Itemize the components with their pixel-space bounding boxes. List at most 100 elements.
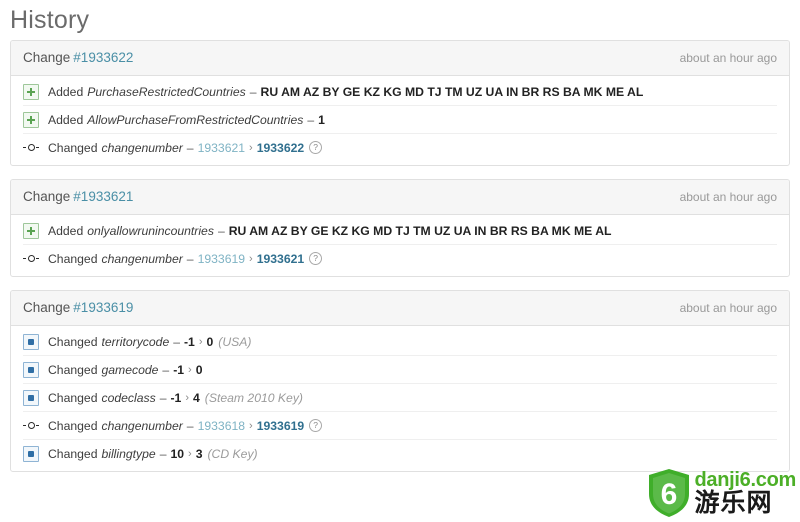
change-field-name: territorycode — [101, 334, 170, 349]
change-row: Changed changenumber –1933618 › 1933619? — [23, 412, 777, 440]
help-icon[interactable]: ? — [309, 141, 323, 154]
plus-box-icon — [23, 222, 39, 239]
blue-dot-box-icon — [23, 445, 39, 462]
value-annotation: (USA) — [218, 334, 252, 349]
change-row: Changed changenumber –1933621 › 1933622? — [23, 134, 777, 161]
new-value-link[interactable]: 1933619 — [257, 419, 304, 433]
separator-dash: – — [159, 390, 167, 405]
change-row: Changed changenumber –1933619 › 1933621? — [23, 245, 777, 272]
change-card-body: Added onlyallowrunincountries – RU AM AZ BY… — [11, 215, 789, 276]
new-value-link[interactable]: 1933622 — [257, 141, 304, 155]
change-timestamp: about an hour ago — [679, 190, 777, 204]
change-verb: Added — [48, 223, 84, 238]
change-field-name: changenumber — [101, 140, 183, 155]
value-arrow: › — [249, 419, 253, 432]
change-field-name: changenumber — [101, 418, 183, 433]
separator-dash: – — [186, 251, 194, 266]
change-timestamp: about an hour ago — [679, 51, 777, 65]
page-title: History — [10, 6, 90, 34]
change-verb: Changed — [48, 140, 98, 155]
change-card-header: Change #1933619 about an hour ago — [11, 291, 789, 326]
old-value: 10 — [170, 446, 185, 461]
separator-dash: – — [159, 446, 167, 461]
change-verb: Changed — [48, 251, 98, 266]
change-field-name: changenumber — [101, 251, 183, 266]
separator-dash: – — [186, 418, 194, 433]
change-card: Change #1933619 about an hour ago Changed te… — [10, 290, 790, 472]
change-verb: Changed — [48, 334, 98, 349]
watermark: 6 danji6.com 游乐网 — [647, 468, 796, 518]
value-arrow: › — [198, 335, 203, 348]
watermark-domain: danji6.com — [694, 469, 797, 491]
change-verb: Added — [48, 112, 84, 127]
added-value: RU AM AZ BY GE KZ KG MD TJ TM UZ UA IN B… — [260, 84, 644, 99]
old-value: -1 — [170, 390, 182, 405]
value-annotation: (Steam 2010 Key) — [204, 390, 303, 405]
new-value: 0 — [206, 334, 214, 349]
added-value: RU AM AZ BY GE KZ KG MD TJ TM UZ UA IN B… — [228, 223, 612, 238]
change-card-title: Change #1933619 — [23, 300, 133, 315]
change-label: Change — [23, 300, 71, 315]
change-card: Change #1933621 about an hour ago Added only… — [10, 179, 790, 277]
change-verb: Changed — [48, 418, 98, 433]
commit-node-circle — [27, 144, 35, 151]
value-annotation: (CD Key) — [207, 446, 258, 461]
change-card-header: Change #1933622 about an hour ago — [11, 41, 789, 76]
change-field-name: PurchaseRestrictedCountries — [87, 84, 246, 99]
change-row: Changed billingtype –10 › 3 (CD Key) — [23, 440, 777, 467]
value-arrow: › — [188, 363, 192, 376]
change-field-name: billingtype — [101, 446, 156, 461]
separator-dash: – — [249, 84, 257, 99]
change-row: Added onlyallowrunincountries – RU AM AZ BY… — [23, 217, 777, 245]
separator-dash: – — [173, 334, 180, 349]
change-row: Added AllowPurchaseFromRestrictedCountrie… — [23, 106, 777, 134]
old-value-link[interactable]: 1933621 — [198, 141, 245, 155]
separator-dash: – — [217, 223, 225, 238]
blue-dot-box-icon — [23, 389, 39, 406]
added-value: 1 — [318, 112, 325, 127]
change-label: Change — [23, 189, 71, 204]
change-field-name: onlyallowrunincountries — [87, 223, 214, 238]
help-icon[interactable]: ? — [309, 419, 323, 432]
change-verb: Changed — [48, 446, 98, 461]
change-field-name: AllowPurchaseFromRestrictedCountries — [87, 112, 304, 127]
plus-box-icon — [23, 111, 39, 128]
old-value: -1 — [173, 362, 185, 377]
change-id-link[interactable]: #1933619 — [73, 300, 133, 315]
watermark-shield-icon: 6 — [647, 468, 691, 518]
change-row: Added PurchaseRestrictedCountries – RU AM A… — [23, 78, 777, 106]
new-value: 4 — [192, 390, 200, 405]
change-field-name: gamecode — [101, 362, 159, 377]
value-arrow: › — [249, 252, 253, 265]
commit-node-icon — [23, 418, 39, 434]
change-row: Changed gamecode – -1 › 0 — [23, 356, 777, 384]
old-value-link[interactable]: 1933618 — [198, 419, 245, 433]
change-card-body: Added PurchaseRestrictedCountries – RU AM A… — [11, 76, 789, 165]
history-list: Change #1933622 about an hour ago Added Purc… — [0, 36, 800, 472]
change-label: Change — [23, 50, 71, 65]
watermark-cn-text: 游乐网 — [694, 489, 773, 517]
change-id-link[interactable]: #1933621 — [73, 189, 133, 204]
help-icon[interactable]: ? — [309, 252, 323, 265]
change-card-title: Change #1933621 — [23, 189, 133, 204]
svg-text:6: 6 — [660, 478, 677, 511]
separator-dash: – — [186, 140, 194, 155]
change-verb: Changed — [48, 362, 98, 377]
change-card-header: Change #1933621 about an hour ago — [11, 180, 789, 215]
change-card-title: Change #1933622 — [23, 50, 133, 65]
commit-node-circle — [27, 422, 35, 429]
new-value-link[interactable]: 1933621 — [257, 252, 304, 266]
value-arrow: › — [185, 391, 189, 404]
value-arrow: › — [249, 141, 253, 154]
commit-node-icon — [23, 251, 39, 267]
change-card: Change #1933622 about an hour ago Added Purc… — [10, 40, 790, 166]
change-verb: Changed — [48, 390, 98, 405]
change-card-body: Changed territorycode – -1 › 0 (USA) Changed gam… — [11, 326, 789, 471]
old-value-link[interactable]: 1933619 — [198, 252, 245, 266]
change-id-link[interactable]: #1933622 — [73, 50, 133, 65]
change-field-name: codeclass — [101, 390, 156, 405]
plus-box-icon — [23, 83, 39, 100]
separator-dash: – — [162, 362, 170, 377]
blue-dot-box-icon — [23, 333, 39, 350]
change-row: Changed codeclass – -1 › 4 (Steam 2010 Key) — [23, 384, 777, 412]
